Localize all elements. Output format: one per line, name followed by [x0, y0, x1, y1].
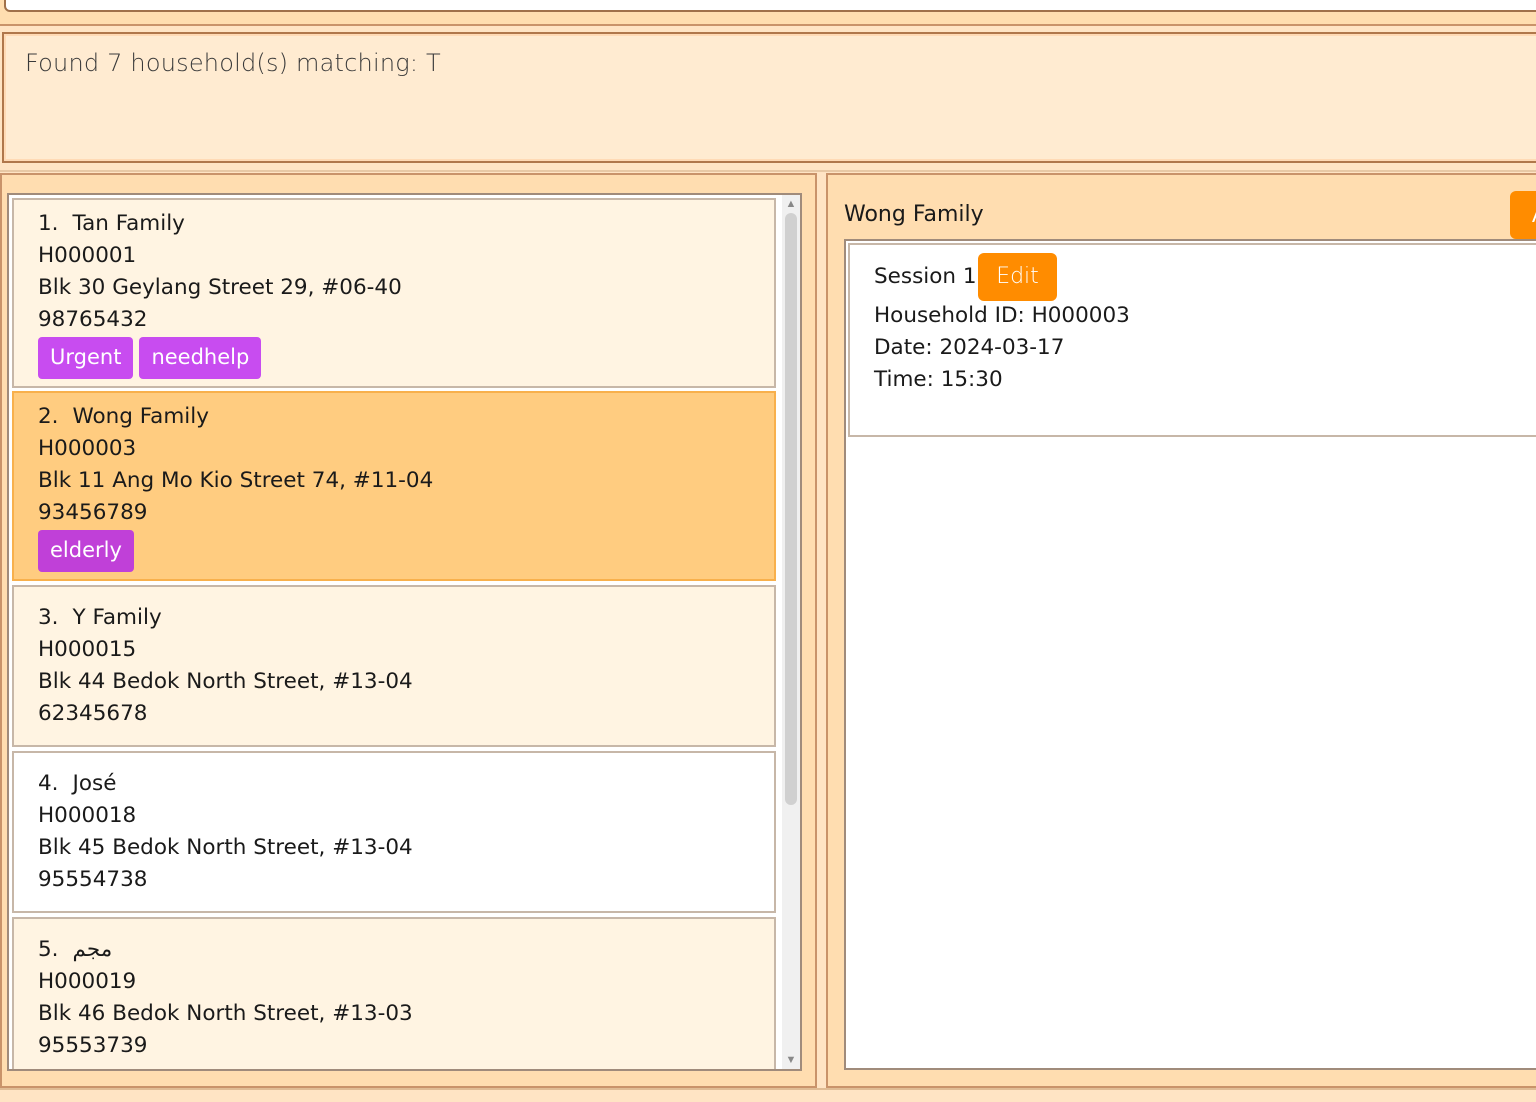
household-name-text: Wong Family [72, 404, 209, 429]
household-name: 5. مجم [38, 935, 112, 965]
tag-list: Urgent needhelp [38, 337, 262, 379]
household-index: 5. [38, 937, 59, 962]
household-phone: 95553739 [38, 1033, 148, 1058]
tag: Urgent [38, 337, 134, 379]
household-name-text: Y Family [72, 605, 162, 630]
scroll-down-arrow-icon[interactable]: ▼ [782, 1051, 800, 1069]
household-name: 4. José [38, 769, 116, 799]
household-phone: 98765432 [38, 307, 148, 332]
command-box-area [0, 0, 1536, 26]
divider [0, 170, 1536, 172]
session-card[interactable]: Session 1 Edit Household ID: H000003 Dat… [848, 243, 1536, 437]
household-id: H000018 [38, 803, 137, 828]
session-date: Date: 2024-03-17 [874, 335, 1065, 360]
tag: elderly [38, 530, 134, 572]
session-label: Session 1 [874, 264, 977, 289]
scroll-thumb[interactable] [785, 213, 797, 805]
result-message: Found 7 household(s) matching: T [25, 49, 441, 77]
status-bar [0, 1088, 1536, 1102]
session-time: Time: 15:30 [874, 367, 1003, 392]
household-phone: 62345678 [38, 701, 148, 726]
household-address: Blk 45 Bedok North Street, #13-04 [38, 835, 413, 860]
household-address: Blk 46 Bedok North Street, #13-03 [38, 1001, 413, 1026]
household-name: 1. Tan Family [38, 209, 185, 239]
household-list-panel: 1. Tan Family H000001 Blk 30 Geylang Stre… [0, 173, 817, 1088]
household-phone: 93456789 [38, 500, 148, 525]
household-name-text: مجم [72, 937, 113, 962]
tag: needhelp [139, 337, 262, 379]
household-list[interactable]: 1. Tan Family H000001 Blk 30 Geylang Stre… [7, 193, 802, 1071]
household-name-text: José [72, 771, 117, 796]
household-phone: 95554738 [38, 867, 148, 892]
household-index: 2. [38, 404, 59, 429]
household-address: Blk 30 Geylang Street 29, #06-40 [38, 275, 402, 300]
add-session-button[interactable]: A [1510, 191, 1536, 239]
household-address: Blk 44 Bedok North Street, #13-04 [38, 669, 413, 694]
scrollbar[interactable]: ▲ ▼ [782, 195, 800, 1069]
household-name-text: Tan Family [72, 211, 185, 236]
household-name: 2. Wong Family [38, 402, 209, 432]
household-id: H000001 [38, 243, 137, 268]
tag-list: elderly [38, 530, 134, 572]
household-index: 4. [38, 771, 59, 796]
household-card-3[interactable]: 3. Y Family H000015 Blk 44 Bedok North St… [12, 585, 776, 747]
household-index: 3. [38, 605, 59, 630]
edit-session-button[interactable]: Edit [978, 253, 1057, 301]
command-input[interactable] [4, 0, 1536, 12]
detail-title: Wong Family [844, 202, 984, 227]
household-address: Blk 11 Ang Mo Kio Street 74, #11-04 [38, 468, 434, 493]
household-id: H000003 [38, 436, 137, 461]
household-name: 3. Y Family [38, 603, 162, 633]
household-index: 1. [38, 211, 59, 236]
result-display: Found 7 household(s) matching: T [2, 32, 1536, 163]
household-id: H000019 [38, 969, 137, 994]
household-card-2[interactable]: 2. Wong Family H000003 Blk 11 Ang Mo Kio … [12, 391, 776, 581]
household-detail-panel: Wong Family A Session 1 Edit Household I… [826, 173, 1536, 1088]
household-card-1[interactable]: 1. Tan Family H000001 Blk 30 Geylang Stre… [12, 198, 776, 388]
session-household-id: Household ID: H000003 [874, 303, 1130, 328]
household-card-5[interactable]: 5. مجم H000019 Blk 46 Bedok North Street,… [12, 917, 776, 1069]
household-card-4[interactable]: 4. José H000018 Blk 45 Bedok North Street… [12, 751, 776, 913]
household-id: H000015 [38, 637, 137, 662]
session-list[interactable]: Session 1 Edit Household ID: H000003 Dat… [844, 239, 1536, 1070]
scroll-up-arrow-icon[interactable]: ▲ [782, 195, 800, 213]
